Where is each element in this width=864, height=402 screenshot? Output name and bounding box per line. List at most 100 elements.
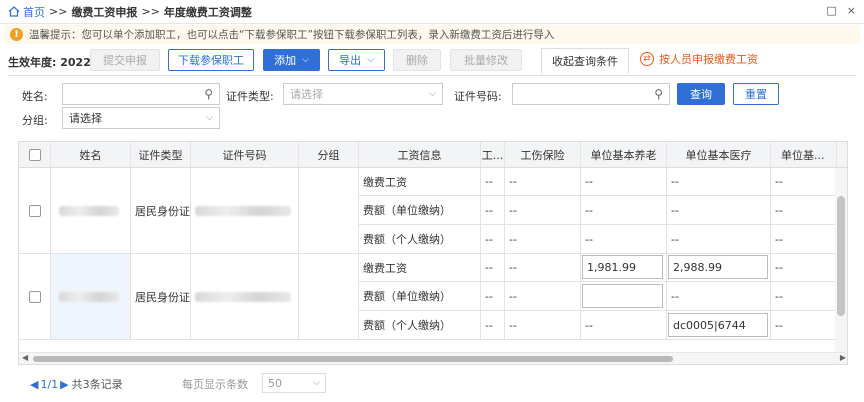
declare-by-person-button[interactable]: ⇄ 按人员申报缴费工资 [640,51,758,67]
value-cell: -- [505,254,581,282]
batch-edit-button[interactable]: 批量修改 [450,49,522,71]
export-button-label: 导出 [339,54,362,67]
declare-by-person-label: 按人员申报缴费工资 [659,53,758,66]
group-value: 请选择 [69,112,102,125]
chevron-down-icon: ⌵ [313,378,320,388]
row-checkbox-cell[interactable] [19,254,51,340]
cert-type-placeholder: 请选择 [290,88,323,101]
breadcrumb-level1[interactable]: 缴费工资申报 [71,4,137,20]
scroll-right-icon[interactable]: ▶ [840,353,846,362]
value-cell: -- [505,168,581,196]
scroll-left-icon[interactable]: ◀ [22,353,28,362]
redacted-name [59,205,119,216]
delete-button[interactable]: 删除 [393,49,441,71]
redacted-cert-no [195,205,291,216]
select-all-cell[interactable] [19,142,51,168]
row-checkbox[interactable] [28,204,41,217]
collapse-query-button[interactable]: 收起查询条件 [541,48,629,74]
page-size-select[interactable]: 50 ⌵ [262,373,326,393]
column-header[interactable]: 证件类型 [131,142,191,168]
info-cell: 费额（单位缴纳） [359,196,481,225]
row-checkbox-cell[interactable] [19,168,51,254]
close-button[interactable]: × [847,4,856,17]
group-cell [299,254,359,340]
tip-bar: ! 温馨提示：您可以单个添加职工，也可以点击“下载参保职工”按钮下载参保职工列表… [4,25,860,44]
cert-type-cell: 居民身份证 [131,168,191,254]
title-bar: 首页 >> 缴费工资申报 >> 年度缴费工资调整 □ × [0,0,864,24]
cert-no-input[interactable]: ⚲ [512,83,670,105]
value-cell: dc0005|6744 [667,311,771,340]
cert-type-select[interactable]: 请选择 ⌵ [283,83,443,105]
column-header[interactable]: 单位基本医疗 [667,142,771,168]
breadcrumb-home-label[interactable]: 首页 [23,4,45,20]
value-cell: -- [667,225,771,254]
search-icon[interactable]: ⚲ [204,87,213,101]
exchange-icon: ⇄ [640,52,654,66]
column-header[interactable]: 工伤保险 [505,142,581,168]
value-cell: -- [581,225,667,254]
cert-no-cell [191,254,299,340]
column-header[interactable]: 姓名 [51,142,131,168]
cert-type-cell: 居民身份证 [131,254,191,340]
column-header[interactable]: 单位基本养老 [581,142,667,168]
add-button[interactable]: 添加 ⌵ [263,49,320,71]
info-cell: 缴费工资 [359,254,481,282]
value-cell: -- [505,282,581,311]
column-header[interactable]: 分组 [299,142,359,168]
medical-personal-input[interactable]: dc0005|6744 [668,313,768,337]
group-select[interactable]: 请选择 ⌵ [62,107,220,129]
redacted-cert-no [195,291,291,302]
value-cell: -- [771,254,837,282]
value-cell: 2,988.99 [667,254,771,282]
page-size-label: 每页显示条数 [182,378,248,391]
column-header[interactable]: 证件号码 [191,142,299,168]
row-checkbox[interactable] [28,290,41,303]
pension-base-input[interactable]: 1,981.99 [582,255,663,279]
chevron-down-icon: ⌵ [429,89,436,99]
year-value: 2022 [60,56,91,69]
search-icon[interactable]: ⚲ [654,87,663,101]
name-input[interactable]: ⚲ [62,83,220,105]
value-cell: -- [771,225,837,254]
name-label: 姓名: [22,90,48,103]
value-cell: -- [771,196,837,225]
chevron-down-icon: ⌵ [302,55,309,65]
home-icon [8,6,20,17]
horizontal-scrollbar[interactable]: ◀ ▶ [19,352,847,364]
reset-button[interactable]: 重置 [733,83,779,105]
export-button[interactable]: 导出 ⌵ [328,49,385,71]
select-all-checkbox[interactable] [28,149,41,161]
value-cell: -- [505,196,581,225]
group-cell [299,168,359,254]
chevron-down-icon: ⌵ [206,113,213,123]
table-header: 姓名 证件类型 证件号码 分组 工资信息 工... 工伤保险 单位基本养老 单位… [19,142,847,168]
submit-button[interactable]: 提交申报 [90,49,160,71]
cert-no-cell [191,168,299,254]
prev-page-icon[interactable]: ◀ [30,378,38,391]
medical-base-input[interactable]: 2,988.99 [668,255,768,279]
value-cell: -- [771,311,837,340]
value-cell: -- [481,282,505,311]
value-cell: -- [771,168,837,196]
cert-type-label: 证件类型: [226,90,274,103]
breadcrumb-level2: 年度缴费工资调整 [163,5,252,19]
info-cell: 费额（个人缴纳） [359,311,481,340]
breadcrumb-home[interactable]: 首页 [8,4,45,20]
value-cell: -- [505,311,581,340]
value-cell: -- [481,311,505,340]
download-employees-button[interactable]: 下载参保职工 [168,49,254,71]
column-header[interactable]: 工... [481,142,505,168]
pension-unit-input[interactable] [582,284,663,308]
column-header[interactable]: 工资信息 [359,142,481,168]
query-button[interactable]: 查询 [677,83,725,105]
scroll-thumb[interactable] [33,356,673,362]
info-cell: 缴费工资 [359,168,481,196]
value-cell: -- [581,196,667,225]
scroll-thumb[interactable] [837,196,845,316]
vertical-scrollbar[interactable] [835,168,847,354]
page-size-value: 50 [268,376,282,390]
column-header[interactable]: 单位基... [771,142,837,168]
next-page-icon[interactable]: ▶ [60,378,68,391]
restore-button[interactable]: □ [826,4,836,17]
salary-table: 姓名 证件类型 证件号码 分组 工资信息 工... 工伤保险 单位基本养老 单位… [18,141,848,365]
